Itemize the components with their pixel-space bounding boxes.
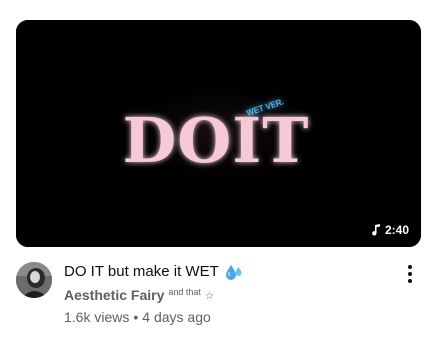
publish-date: 4 days ago [142, 309, 211, 325]
channel-row: Aesthetic Fairy and that ☆ [64, 286, 214, 307]
duration-badge: 2:40 [371, 223, 409, 237]
video-metadata: 1.6k views • 4 days ago [64, 308, 211, 326]
vertical-ellipsis-icon [408, 265, 412, 269]
sweat-droplets-icon [225, 265, 242, 280]
meta-separator: • [133, 309, 139, 325]
star-outline-icon: ☆ [204, 291, 214, 302]
channel-suffix: and that [168, 287, 201, 297]
more-actions-button[interactable] [402, 262, 418, 286]
duration-text: 2:40 [384, 223, 409, 237]
video-title-text: DO IT but make it WET [64, 263, 219, 280]
music-note-icon [372, 224, 380, 236]
view-count: 1.6k views [64, 309, 130, 325]
video-thumbnail[interactable]: DOIT WET VER. 2:40 [16, 20, 421, 247]
channel-name[interactable]: Aesthetic Fairy [64, 286, 164, 304]
video-details: DO IT but make it WET Aesthetic Fairy an… [16, 259, 436, 339]
thumbnail-artwork: DOIT WET VER. [16, 20, 421, 247]
channel-avatar[interactable] [16, 262, 52, 298]
video-title[interactable]: DO IT but make it WET [64, 262, 243, 282]
thumbnail-logo-text: DOIT [123, 104, 310, 177]
video-card: DOIT WET VER. 2:40 DO IT but make it WET [0, 0, 443, 341]
